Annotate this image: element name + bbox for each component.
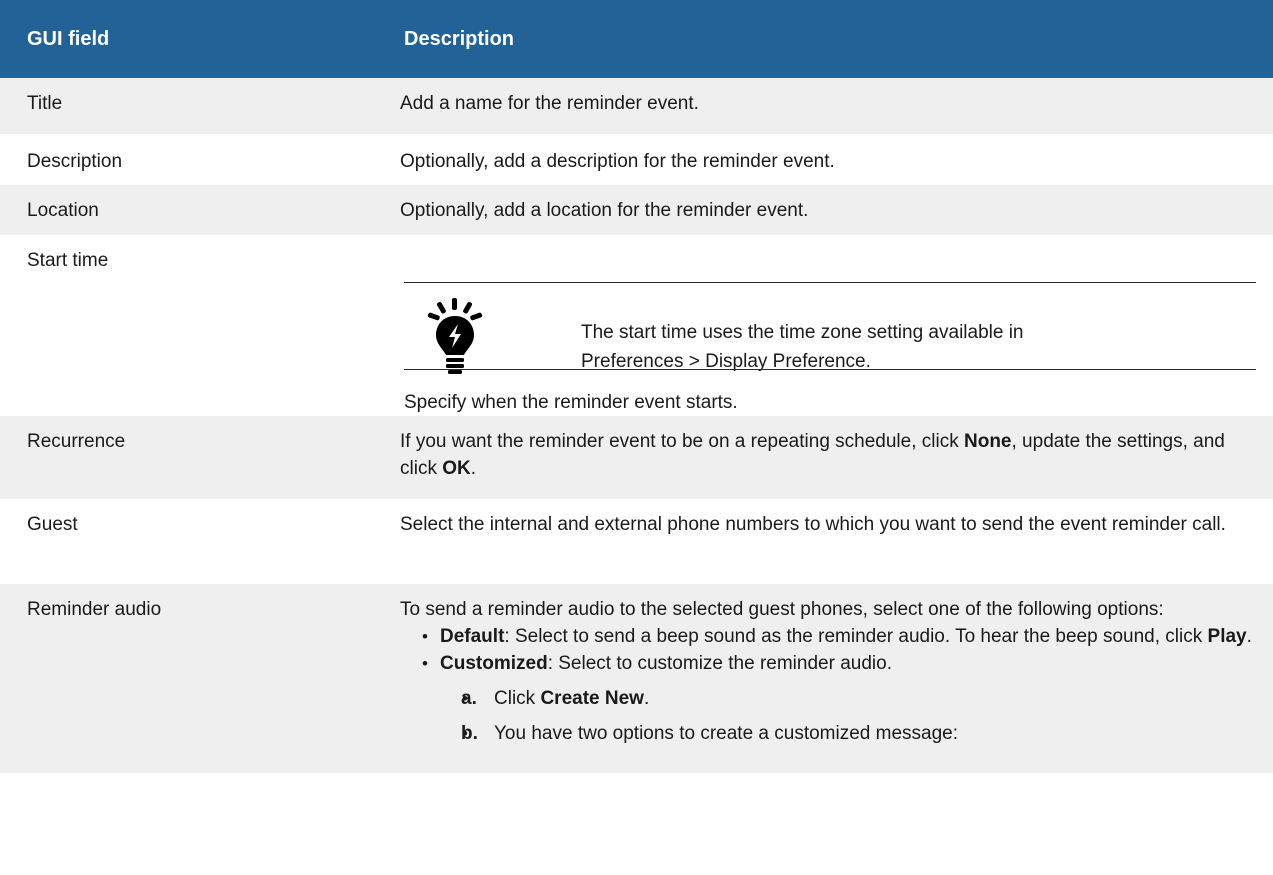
field-description: Add a name for the reminder event.	[400, 93, 699, 114]
table-row: Description Optionally, add a descriptio…	[0, 134, 1273, 185]
field-name: Guest	[27, 514, 78, 535]
customize-steps: a.Click Create New. b.You have two optio…	[440, 685, 1253, 747]
gui-field-table: GUI field Description Title Add a name f…	[0, 0, 1273, 773]
table-row: Guest Select the internal and external p…	[0, 499, 1273, 584]
list-item: a.Click Create New.	[460, 685, 1253, 712]
divider	[404, 282, 1256, 283]
audio-intro: To send a reminder audio to the selected…	[400, 599, 1164, 620]
audio-options-list: Default: Select to send a beep sound as …	[400, 623, 1253, 747]
field-description: Specify when the reminder event starts.	[404, 392, 738, 413]
field-description: Select the internal and external phone n…	[400, 514, 1226, 535]
field-name: Title	[27, 93, 63, 114]
field-name: Reminder audio	[27, 599, 162, 620]
list-item: Customized: Select to customize the remi…	[420, 650, 1253, 747]
field-name: Location	[27, 200, 99, 221]
list-item: b.You have two options to create a custo…	[460, 720, 1253, 747]
header-gui-field: GUI field	[27, 27, 110, 50]
table-header: GUI field Description	[0, 0, 1273, 78]
field-name: Start time	[27, 250, 109, 271]
none-label: None	[964, 431, 1012, 452]
field-name: Description	[27, 151, 123, 172]
field-description: Optionally, add a description for the re…	[400, 151, 835, 172]
header-description: Description	[404, 27, 515, 50]
lightbulb-icon	[425, 298, 485, 374]
tip-callout: The start time uses the time zone settin…	[404, 282, 1256, 374]
field-description: Optionally, add a location for the remin…	[400, 200, 809, 221]
table-row: Title Add a name for the reminder event.	[0, 78, 1273, 134]
table-row: Reminder audio To send a reminder audio …	[0, 584, 1273, 773]
table-row: Recurrence If you want the reminder even…	[0, 416, 1273, 499]
field-description: To send a reminder audio to the selected…	[400, 584, 1273, 773]
tip-text: The start time uses the time zone settin…	[581, 322, 1024, 372]
field-description: If you want the reminder event to be on …	[400, 431, 1225, 479]
ok-label: OK	[442, 458, 471, 479]
divider	[404, 369, 1256, 370]
field-name: Recurrence	[27, 431, 126, 452]
table-row: Location Optionally, add a location for …	[0, 185, 1273, 235]
list-item: Default: Select to send a beep sound as …	[420, 623, 1253, 650]
